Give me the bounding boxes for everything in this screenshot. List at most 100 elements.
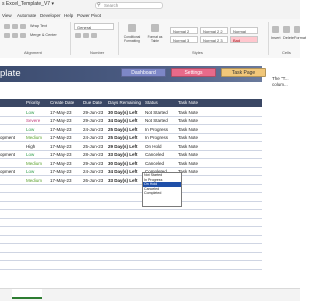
priority-cell[interactable]: Medium	[26, 135, 42, 140]
due-date-cell[interactable]: 29-Jun-23	[83, 118, 103, 123]
priority-cell[interactable]: Low	[26, 169, 34, 174]
align-middle-icon[interactable]	[12, 24, 18, 29]
create-date-cell[interactable]: 17-May-23	[50, 169, 72, 174]
due-date-cell[interactable]: 29-Jun-23	[83, 110, 103, 115]
days-remaining-cell[interactable]: 29 Day(s) Left	[108, 144, 138, 149]
ribbon-separator	[70, 22, 71, 55]
due-date-cell[interactable]: 24-Jun-23	[83, 135, 103, 140]
create-date-cell[interactable]: 17-May-23	[50, 110, 72, 115]
currency-icon[interactable]	[75, 33, 81, 38]
delete-button[interactable]: Delete	[283, 36, 294, 40]
task-note-cell[interactable]: Task Note	[178, 161, 198, 166]
style-normal[interactable]: Normal	[230, 27, 258, 34]
settings-button[interactable]: Settings	[171, 68, 216, 77]
percent-icon[interactable]	[83, 33, 89, 38]
task-note-cell[interactable]: Task Note	[178, 144, 198, 149]
style-normal-2-3[interactable]: Normal 2 3	[200, 36, 228, 43]
window-title[interactable]: s Excel_Template_V7 ▾	[2, 1, 54, 7]
status-cell[interactable]: Canceled	[145, 161, 164, 166]
task-note-cell[interactable]: Task Note	[178, 127, 198, 132]
create-date-cell[interactable]: 17-May-23	[50, 144, 72, 149]
due-date-cell[interactable]: 26-Jun-23	[83, 178, 103, 183]
style-bad[interactable]: Bad	[230, 36, 258, 43]
create-date-cell[interactable]: 17-May-23	[50, 152, 72, 157]
comma-icon[interactable]	[91, 33, 97, 38]
due-date-cell[interactable]: 24-Jun-23	[83, 127, 103, 132]
insert-icon[interactable]	[272, 26, 279, 33]
task-note-cell[interactable]: Task Note	[178, 118, 198, 123]
status-cell[interactable]: In Progress	[145, 127, 168, 132]
sheet-tab[interactable]	[12, 289, 42, 299]
days-remaining-cell[interactable]: 33 Day(s) Left	[108, 152, 138, 157]
row-divider	[0, 209, 262, 211]
due-date-cell[interactable]: 25-Jun-23	[83, 144, 103, 149]
days-remaining-cell[interactable]: 25 Day(s) Left	[108, 127, 138, 132]
conditional-formatting-button[interactable]: Conditional Formatting	[121, 35, 143, 43]
menu-view[interactable]: View	[2, 13, 12, 18]
dashboard-button[interactable]: Dashboard	[121, 68, 166, 77]
group-styles: Styles	[192, 50, 203, 55]
task-note-cell[interactable]: Task Note	[178, 110, 198, 115]
merge-center-button[interactable]: Merge & Center	[30, 33, 57, 37]
task-note-cell[interactable]: Task Note	[178, 152, 198, 157]
menu-automate[interactable]: Automate	[17, 13, 36, 18]
menu-developer[interactable]: Developer	[40, 13, 61, 18]
number-format-select[interactable]: General	[74, 23, 114, 30]
priority-cell[interactable]: Low	[26, 127, 34, 132]
status-cell[interactable]: In Progress	[145, 135, 168, 140]
create-date-cell[interactable]: 17-May-23	[50, 135, 72, 140]
menu-power-pivot[interactable]: Power Pivot	[77, 13, 101, 18]
row-divider	[0, 260, 262, 262]
delete-icon[interactable]	[283, 26, 290, 33]
status-cell[interactable]: Canceled	[145, 152, 164, 157]
format-as-table-button[interactable]: Format as Table	[144, 35, 166, 43]
due-date-cell[interactable]: 28-Jun-23	[83, 152, 103, 157]
style-normal-3[interactable]: Normal 3	[170, 36, 198, 43]
create-date-cell[interactable]: 17-May-23	[50, 161, 72, 166]
due-date-cell[interactable]: 24-Jun-23	[83, 169, 103, 174]
days-remaining-cell[interactable]: 34 Day(s) Left	[108, 169, 138, 174]
priority-cell[interactable]: Medium	[26, 161, 42, 166]
row-label[interactable]: opment	[0, 169, 15, 174]
align-left-icon[interactable]	[4, 33, 10, 38]
style-normal-2-2[interactable]: Normal 2 2	[200, 27, 228, 34]
days-remaining-cell[interactable]: 30 Day(s) Left	[108, 161, 138, 166]
task-note-cell[interactable]: Task Note	[178, 135, 198, 140]
days-remaining-cell[interactable]: 34 Day(s) Left	[108, 118, 138, 123]
conditional-formatting-icon[interactable]	[128, 24, 136, 32]
days-remaining-cell[interactable]: 30 Day(s) Left	[108, 110, 138, 115]
status-cell[interactable]: Not Started	[145, 110, 168, 115]
align-top-icon[interactable]	[4, 24, 10, 29]
align-center-icon[interactable]	[12, 33, 18, 38]
row-label[interactable]: opment	[0, 135, 15, 140]
create-date-cell[interactable]: 17-May-23	[50, 118, 72, 123]
priority-cell[interactable]: High	[26, 144, 35, 149]
insert-button[interactable]: Insert	[271, 36, 281, 40]
dropdown-option[interactable]: Completed	[143, 191, 181, 196]
days-remaining-cell[interactable]: 33 Day(s) Left	[108, 178, 138, 183]
row-divider	[0, 200, 262, 202]
row-label[interactable]: opment	[0, 152, 15, 157]
status-cell[interactable]: On Hold	[145, 144, 162, 149]
status-cell[interactable]: Not Started	[145, 118, 168, 123]
row-divider	[0, 141, 262, 143]
row-divider	[0, 149, 262, 151]
format-button[interactable]: Format	[294, 36, 306, 40]
task-page-button[interactable]: Task Page	[221, 68, 266, 77]
due-date-cell[interactable]: 29-Jun-23	[83, 161, 103, 166]
ribbon-separator	[268, 22, 269, 55]
format-icon[interactable]	[294, 26, 300, 33]
create-date-cell[interactable]: 17-May-23	[50, 127, 72, 132]
menu-help[interactable]: Help	[64, 13, 73, 18]
create-date-cell[interactable]: 17-May-23	[50, 178, 72, 183]
align-bottom-icon[interactable]	[20, 24, 26, 29]
priority-cell[interactable]: Severe	[26, 118, 40, 123]
style-normal-2[interactable]: Normal 2	[170, 27, 198, 34]
align-right-icon[interactable]	[20, 33, 26, 38]
format-as-table-icon[interactable]	[151, 24, 159, 32]
priority-cell[interactable]: Low	[26, 152, 34, 157]
priority-cell[interactable]: Medium	[26, 178, 42, 183]
wrap-text-button[interactable]: Wrap Text	[30, 24, 47, 28]
days-remaining-cell[interactable]: 25 Day(s) Left	[108, 135, 138, 140]
priority-cell[interactable]: Low	[26, 110, 34, 115]
